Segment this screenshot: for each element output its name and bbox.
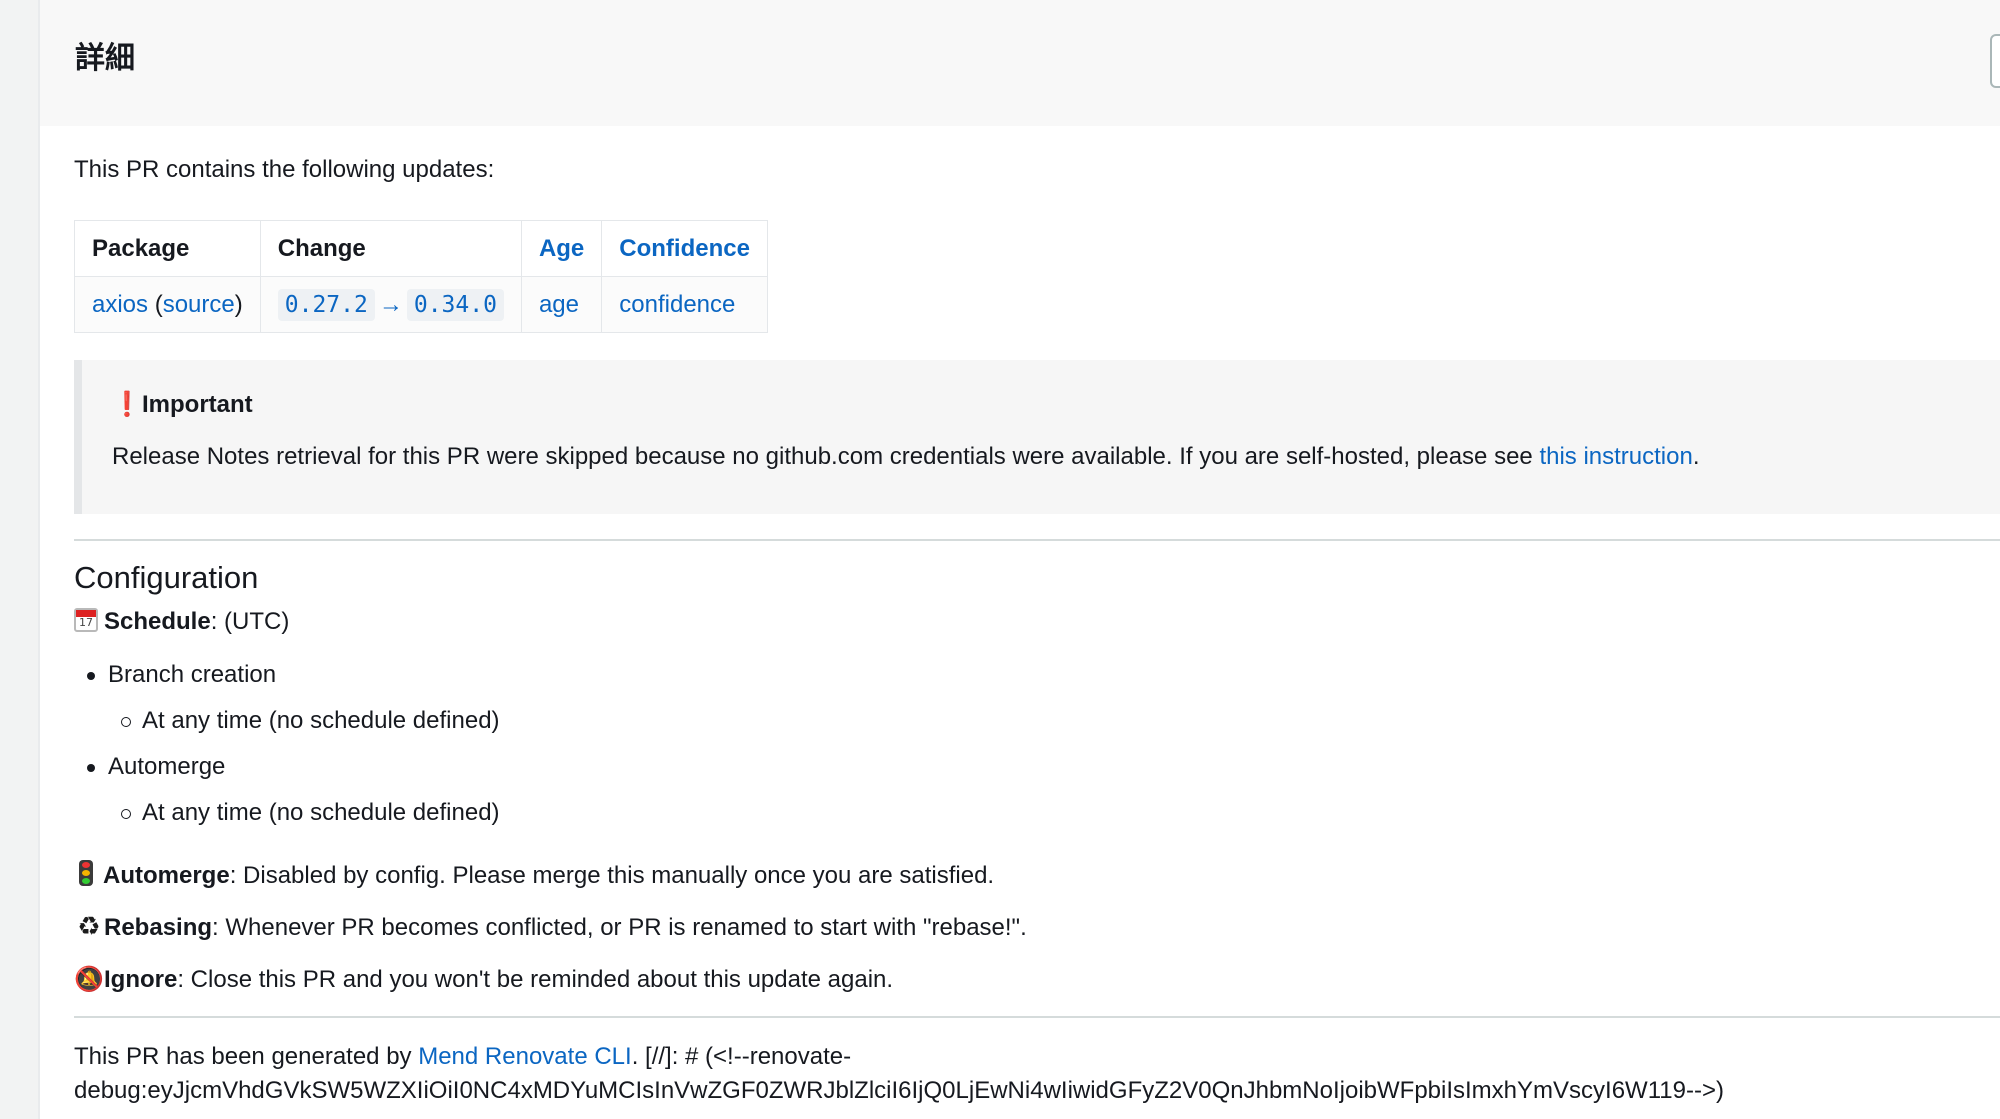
arrow-icon: → xyxy=(378,290,403,318)
sub-list: At any time (no schedule defined) xyxy=(108,796,500,830)
change-cell: 0.27.2 → 0.34.0 xyxy=(259,276,522,333)
list-item-label: Automerge xyxy=(108,753,226,780)
callout-text: Release Notes retrieval for this PR were… xyxy=(112,443,1540,470)
details-panel: 詳細 This PR contains the following update… xyxy=(40,0,2000,1119)
schedule-value: : (UTC) xyxy=(210,608,290,635)
sub-list-item: At any time (no schedule defined) xyxy=(108,704,500,738)
sub-list: At any time (no schedule defined) xyxy=(108,704,500,738)
ignore-label: Ignore xyxy=(104,966,178,993)
source-link[interactable]: source xyxy=(163,291,235,318)
footer-debug: debug:eyJjcmVhdGVkSW5WZXIiOiI0NC4xMDYuMC… xyxy=(74,1077,1724,1104)
exclamation-icon: ❗ xyxy=(112,391,142,418)
schedule-line: 17 Schedule: (UTC) xyxy=(74,605,289,639)
automerge-label: Automerge xyxy=(103,862,230,889)
calendar-day: 17 xyxy=(79,616,93,629)
callout-body: Release Notes retrieval for this PR were… xyxy=(112,440,1700,474)
confidence-link[interactable]: confidence xyxy=(619,291,735,318)
automerge-text: : Disabled by config. Please merge this … xyxy=(229,862,995,889)
callout-heading: ❗Important xyxy=(112,388,253,422)
rebasing-line: ♻ Rebasing: Whenever PR becomes conflicte… xyxy=(74,910,1027,945)
intro-text: This PR contains the following updates: xyxy=(74,156,495,183)
callout-title: Important xyxy=(142,391,253,418)
muted-bell-icon: 🔕 xyxy=(74,965,104,993)
from-version: 0.27.2 xyxy=(277,288,375,321)
left-rail xyxy=(0,0,40,1119)
rebasing-text: : Whenever PR becomes conflicted, or PR … xyxy=(212,914,1027,941)
to-version: 0.34.0 xyxy=(406,288,504,321)
important-callout: ❗Important Release Notes retrieval for t… xyxy=(74,360,2000,514)
calendar-icon: 17 xyxy=(74,608,98,632)
renovate-link[interactable]: Mend Renovate CLI xyxy=(418,1043,631,1070)
footer-line-1: This PR has been generated by Mend Renov… xyxy=(74,1040,1724,1074)
panel-header: 詳細 xyxy=(40,0,2000,126)
header-change: Change xyxy=(259,220,522,277)
configuration-heading: Configuration xyxy=(74,560,259,595)
schedule-list: Branch creation At any time (no schedule… xyxy=(74,658,500,842)
list-item: Branch creation At any time (no schedule… xyxy=(74,658,500,738)
callout-period: . xyxy=(1692,443,1700,470)
ignore-text: : Close this PR and you won't be reminde… xyxy=(177,966,894,993)
age-link[interactable]: age xyxy=(539,291,579,318)
sub-list-item: At any time (no schedule defined) xyxy=(108,796,500,830)
table-header-row: Package Change Age Confidence xyxy=(74,220,768,277)
header-confidence-link[interactable]: Confidence xyxy=(601,220,768,277)
header-age-link[interactable]: Age xyxy=(520,220,603,277)
updates-table: Package Change Age Confidence axios (sou… xyxy=(74,220,768,333)
footer-suffix: . [//]: # (<!--renovate- xyxy=(631,1043,852,1070)
confidence-cell: confidence xyxy=(601,276,768,333)
divider xyxy=(74,539,2000,541)
instruction-link[interactable]: this instruction xyxy=(1539,443,1692,470)
traffic-light-icon xyxy=(79,860,93,886)
header-package: Package xyxy=(74,220,261,277)
panel-title: 詳細 xyxy=(75,41,135,76)
footer: This PR has been generated by Mend Renov… xyxy=(74,1040,1724,1108)
package-link[interactable]: axios xyxy=(92,291,148,318)
list-item: Automerge At any time (no schedule defin… xyxy=(74,750,500,830)
package-cell: axios (source) xyxy=(74,276,261,333)
schedule-label: Schedule xyxy=(104,608,211,635)
table-row: axios (source) 0.27.2 → 0.34.0 age confide… xyxy=(74,276,768,333)
list-item-label: Branch creation xyxy=(108,661,277,688)
age-cell: age xyxy=(520,276,603,333)
footer-prefix: This PR has been generated by xyxy=(74,1043,419,1070)
paren-open: ( xyxy=(154,290,163,318)
automerge-line: Automerge: Disabled by config. Please me… xyxy=(74,859,994,893)
header-action-button[interactable] xyxy=(1990,34,2000,88)
ignore-line: 🔕Ignore: Close this PR and you won't be … xyxy=(74,962,893,997)
rebasing-label: Rebasing xyxy=(104,914,213,941)
recycle-icon: ♻ xyxy=(77,912,101,942)
paren-close: ) xyxy=(234,290,243,318)
divider xyxy=(74,1016,2000,1018)
